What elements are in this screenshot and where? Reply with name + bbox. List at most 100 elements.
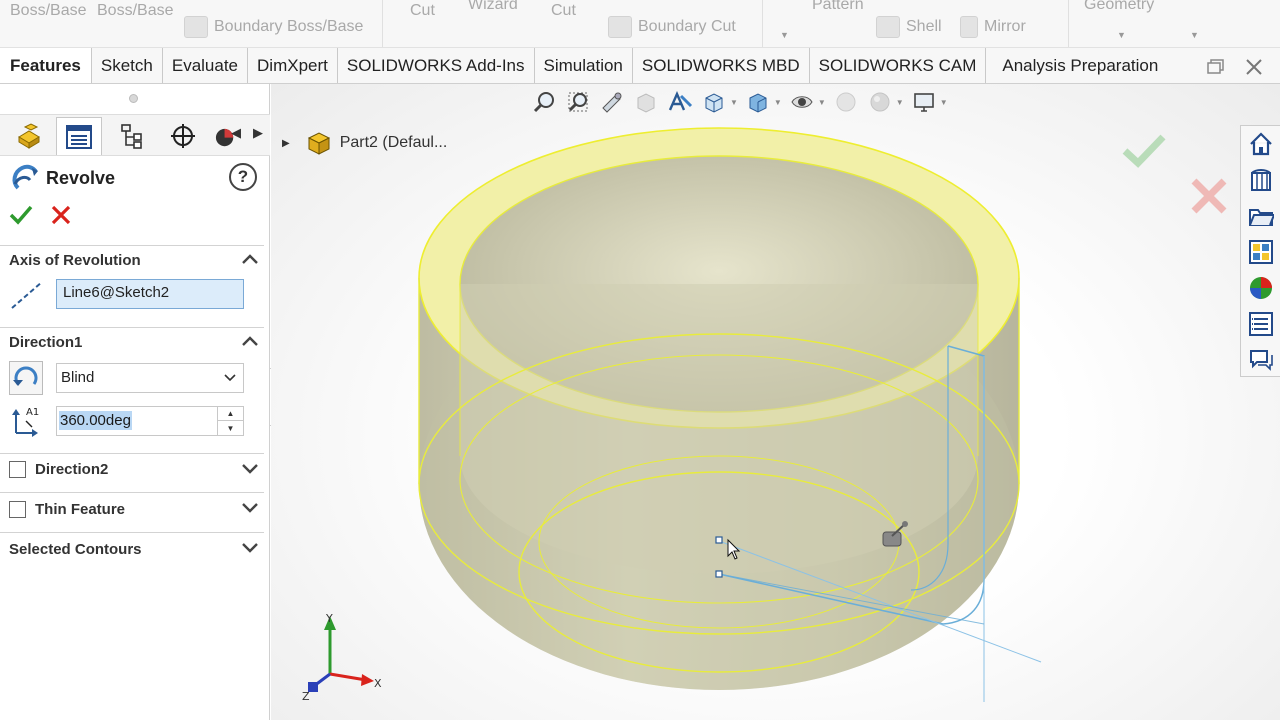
help-button[interactable]: ? [229,163,257,191]
dynamic-annotation-button[interactable] [666,88,694,116]
tree-part-label[interactable]: Part2 (Defaul... [340,134,448,152]
reverse-direction-icon [13,366,38,386]
direction1-header[interactable]: Direction1 [0,327,264,357]
home-icon[interactable] [1247,130,1275,158]
custom-properties-icon[interactable] [1247,310,1275,338]
chevron-down-icon[interactable]: ▼ [940,98,948,107]
tab-features[interactable]: Features [0,48,92,83]
section-title: Axis of Revolution [9,252,141,269]
chevron-down-icon[interactable]: ▼ [818,98,826,107]
section-view-button[interactable] [632,88,660,116]
tab-scroll-right-icon[interactable]: ▶ [253,125,263,141]
task-pane [1240,125,1280,377]
angle-value[interactable]: 360.00deg [59,411,132,430]
confirm-cancel-button[interactable] [1190,177,1228,215]
section-title: Direction1 [9,334,83,351]
appearance-icon [836,92,856,112]
manager-tabs: ◀ ▶ [0,114,270,156]
reference-geometry-button[interactable]: Geometry [1084,0,1154,14]
close-icon [51,205,71,225]
axis-of-revolution-header[interactable]: Axis of Revolution [0,245,264,275]
tab-evaluate[interactable]: Evaluate [163,48,249,83]
chevron-down-icon[interactable]: ▼ [774,98,782,107]
view-palette-icon[interactable] [1247,238,1275,266]
feature-ribbon: Boss/Base Boss/Base Boundary Boss/Base C… [0,0,1280,48]
property-manager-tab[interactable] [56,117,102,155]
previous-view-button[interactable] [598,88,626,116]
thin-feature-header[interactable]: Thin Feature [0,492,264,526]
revolved-boss-button[interactable]: Boss/Base [97,2,173,20]
chevron-up-icon [242,336,258,346]
view-settings-button[interactable] [910,88,938,116]
zoom-to-fit-button[interactable] [530,88,558,116]
flyout-feature-tree[interactable]: ▶ Part2 (Defaul... [282,130,447,156]
reverse-direction-button[interactable] [9,361,43,395]
graphics-viewport[interactable]: Y X Z [271,84,1280,720]
chevron-down-icon [242,464,258,474]
angle-spinbox[interactable]: 360.00deg ▲ ▼ [56,406,244,436]
direction2-checkbox[interactable] [9,461,26,478]
thin-feature-checkbox[interactable] [9,501,26,518]
cancel-button[interactable] [48,202,74,228]
hole-wizard-button[interactable]: Wizard [468,0,518,14]
chevron-down-icon [242,503,258,513]
display-style-button[interactable] [744,88,772,116]
ribbon-dropdown-icon[interactable]: ▼ [1190,30,1199,40]
close-icon [1191,178,1227,214]
feature-manager-tab[interactable] [6,117,52,155]
confirm-ok-button[interactable] [1122,133,1166,169]
tab-simulation[interactable]: Simulation [535,48,633,83]
property-manager-title: Revolve [46,168,116,188]
display-style-icon [749,93,767,113]
tab-analysis-preparation[interactable]: Analysis Preparation [986,48,1167,83]
hide-show-items-button[interactable] [788,88,816,116]
configuration-manager-tab[interactable] [108,117,154,155]
restore-window-icon[interactable] [1205,58,1227,76]
tab-scroll-left-icon[interactable]: ◀ [231,125,241,141]
file-explorer-icon[interactable] [1247,202,1275,230]
view-orientation-icon [705,93,723,113]
chevron-down-icon[interactable]: ▼ [730,98,738,107]
ribbon-dropdown-icon[interactable]: ▼ [780,30,789,40]
direction2-header[interactable]: Direction2 [0,453,264,485]
previous-view-icon [602,92,622,113]
shell-button[interactable]: Shell [876,16,942,38]
mirror-button[interactable]: Mirror [960,16,1026,38]
chevron-down-icon[interactable]: ▼ [896,98,904,107]
forum-icon[interactable] [1247,346,1275,374]
appearances-icon[interactable] [1247,274,1275,302]
checkmark-icon [1122,134,1166,168]
tab-addins[interactable]: SOLIDWORKS Add-Ins [338,48,535,83]
expand-icon[interactable]: ▶ [282,138,290,149]
close-window-icon[interactable] [1243,58,1265,76]
tab-dimxpert[interactable]: DimXpert [248,48,338,83]
spin-up-icon[interactable]: ▲ [218,407,243,421]
ribbon-dropdown-icon[interactable]: ▼ [1117,30,1126,40]
ribbon-label: Boundary Cut [638,18,736,35]
zoom-to-area-button[interactable] [564,88,592,116]
extruded-boss-button[interactable]: Boss/Base [10,2,86,20]
boundary-boss-button[interactable]: Boundary Boss/Base [184,16,363,38]
boundary-cut-button[interactable]: Boundary Cut [608,16,736,38]
tab-mbd[interactable]: SOLIDWORKS MBD [633,48,810,83]
extruded-cut-button[interactable]: Cut [410,2,435,20]
command-manager-tabs: Features Sketch Evaluate DimXpert SOLIDW… [0,48,1280,84]
spin-down-icon[interactable]: ▼ [218,421,243,435]
axis-triad: Y X Z [302,612,382,702]
zoom-to-fit-icon [533,92,554,113]
pattern-button[interactable]: Pattern [812,0,864,14]
resources-icon[interactable] [1247,166,1275,194]
apply-scene-button[interactable] [866,88,894,116]
view-orientation-button[interactable] [700,88,728,116]
tab-sketch[interactable]: Sketch [92,48,163,83]
edit-appearance-button[interactable] [832,88,860,116]
ok-button[interactable] [8,202,34,228]
revolved-cut-button[interactable]: Cut [551,2,576,20]
tab-cam[interactable]: SOLIDWORKS CAM [810,48,987,83]
axis-selection-field[interactable]: Line6@Sketch2 [56,279,244,309]
end-condition-select[interactable]: Blind [56,363,244,393]
dimxpert-manager-tab[interactable] [160,117,206,155]
selected-contours-header[interactable]: Selected Contours [0,532,264,566]
configuration-manager-icon [121,124,142,149]
panel-grip[interactable] [129,94,138,103]
